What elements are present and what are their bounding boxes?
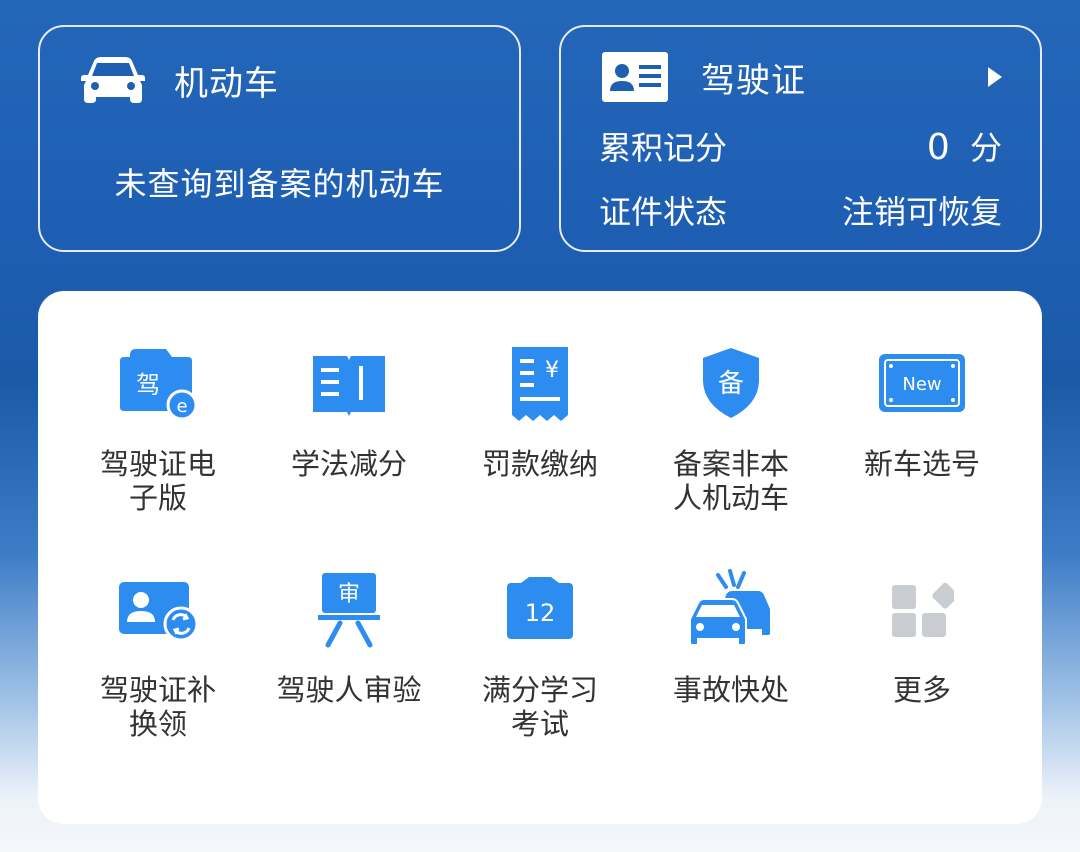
car-icon <box>80 55 146 105</box>
more-icon <box>872 559 972 659</box>
license-replace-icon <box>108 559 208 659</box>
id-card-icon <box>601 51 669 103</box>
svg-text:备: 备 <box>718 369 744 399</box>
e-license-icon: 驾 e <box>108 333 208 433</box>
points-unit: 分 <box>969 129 1002 167</box>
svg-text:驾: 驾 <box>136 371 160 399</box>
service-e-license[interactable]: 驾 e 驾驶证电 子版 <box>63 333 253 543</box>
service-label: 驾驶证电 子版 <box>99 447 216 515</box>
services-panel: 驾 e 驾驶证电 子版 学法减分 ¥ 罚款缴纳 备 备案非本 人机动车 New … <box>38 291 1042 824</box>
service-driver-review[interactable]: 审 驾驶人审验 <box>254 559 444 769</box>
service-label: 驾驶人审验 <box>276 673 422 707</box>
service-accident[interactable]: 事故快处 <box>636 559 826 769</box>
vehicle-empty-message: 未查询到备案的机动车 <box>114 165 445 203</box>
shield-icon: 备 <box>681 333 781 433</box>
service-label: 满分学习 考试 <box>481 673 598 741</box>
svg-text:New: New <box>902 374 941 395</box>
license-card[interactable]: 驾驶证 累积记分 0 分 证件状态 注销可恢复 <box>559 25 1042 252</box>
vehicle-card-header: 机动车 <box>80 55 279 105</box>
svg-text:审: 审 <box>338 582 360 607</box>
points-row: 累积记分 0 分 <box>599 123 1002 169</box>
status-value: 注销可恢复 <box>841 193 1002 231</box>
new-plate-icon: New <box>872 333 972 433</box>
service-label: 更多 <box>892 673 951 707</box>
service-label: 罚款缴纳 <box>481 447 598 481</box>
service-label: 新车选号 <box>863 447 980 481</box>
service-full-score-exam[interactable]: 12 满分学习 考试 <box>445 559 635 769</box>
service-fine-payment[interactable]: ¥ 罚款缴纳 <box>445 333 635 543</box>
calendar-icon: 12 <box>490 559 590 659</box>
svg-text:e: e <box>176 396 187 417</box>
service-label: 驾驶证补 换领 <box>99 673 216 741</box>
vehicle-card-title: 机动车 <box>174 63 279 104</box>
status-label: 证件状态 <box>599 193 728 231</box>
service-new-plate[interactable]: New 新车选号 <box>827 333 1017 543</box>
status-row: 证件状态 注销可恢复 <box>599 187 1002 233</box>
service-label: 备案非本 人机动车 <box>672 447 789 515</box>
chevron-right-icon[interactable] <box>986 66 1004 88</box>
svg-text:12: 12 <box>525 599 556 627</box>
book-icon <box>299 333 399 433</box>
accident-icon <box>681 559 781 659</box>
service-more[interactable]: 更多 <box>827 559 1017 769</box>
service-label: 事故快处 <box>672 673 789 707</box>
license-card-header: 驾驶证 <box>601 51 806 103</box>
service-study-points[interactable]: 学法减分 <box>254 333 444 543</box>
service-label: 学法减分 <box>290 447 407 481</box>
receipt-icon: ¥ <box>490 333 590 433</box>
points-value: 0 <box>926 127 950 168</box>
service-license-replace[interactable]: 驾驶证补 换领 <box>63 559 253 769</box>
vehicle-card[interactable]: 机动车 未查询到备案的机动车 <box>38 25 521 252</box>
license-card-title: 驾驶证 <box>701 60 806 101</box>
svg-text:¥: ¥ <box>545 358 559 383</box>
points-label: 累积记分 <box>599 129 728 167</box>
service-register-vehicle[interactable]: 备 备案非本 人机动车 <box>636 333 826 543</box>
points-display: 0 分 <box>927 123 1002 169</box>
review-icon: 审 <box>299 559 399 659</box>
